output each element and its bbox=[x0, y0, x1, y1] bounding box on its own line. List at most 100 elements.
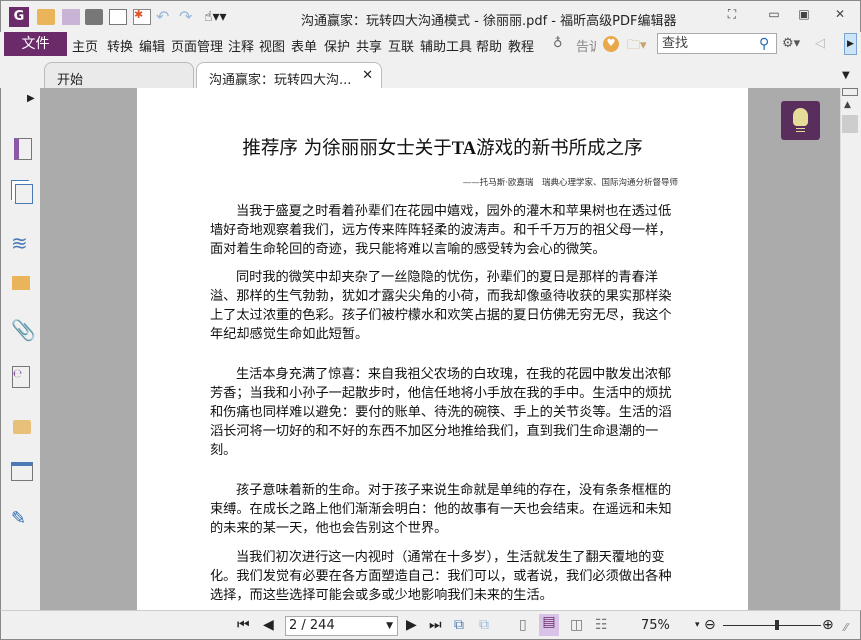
open-folder-icon[interactable] bbox=[37, 9, 55, 25]
search-icon[interactable]: ⚲ bbox=[759, 36, 769, 52]
text-line: 和伤痛也同样难以避免：要付的账单、待洗的碗筷、手上的关节炎等。生活的滔 bbox=[210, 405, 672, 420]
menu-page-management[interactable]: 页面管理 bbox=[171, 36, 223, 55]
close-tab-icon[interactable]: ✕ bbox=[362, 68, 373, 83]
tab-list-icon[interactable]: ▼ bbox=[842, 70, 850, 81]
text-line: 溢、那样的生气勃勃，犹如才露尖尖角的小荷，而我却像亟待收获的果实那样染 bbox=[210, 289, 672, 304]
vertical-scrollbar[interactable]: ▲ bbox=[840, 88, 859, 610]
folder-search-icon[interactable]: 🗀▾ bbox=[627, 36, 647, 58]
heart-icon[interactable]: ♥ bbox=[603, 36, 619, 52]
tips-button[interactable] bbox=[781, 101, 820, 140]
title-bar: G ✱ ↶ ↷ ☝▾▾ 沟通赢家：玩转四大沟通模式 - 徐丽丽.pdf - 福昕… bbox=[0, 0, 861, 32]
first-page-icon[interactable]: ⏮ bbox=[237, 617, 250, 633]
zoom-dropdown-icon[interactable]: ▾ bbox=[695, 620, 700, 630]
menu-comment[interactable]: 注释 bbox=[228, 36, 254, 55]
menu-accessibility[interactable]: 辅助工具 bbox=[420, 36, 472, 55]
zoom-slider[interactable] bbox=[723, 620, 821, 630]
app-logo-icon: G bbox=[9, 7, 29, 27]
zoom-level[interactable]: 75% bbox=[641, 618, 670, 633]
attachment-icon[interactable]: 📎 bbox=[11, 318, 36, 342]
text-line: 生活本身充满了惊喜：来自我祖父农场的白玫瑰，在我的花园中散发出浓郁 bbox=[236, 367, 672, 382]
continuous-facing-icon[interactable]: ☷ bbox=[595, 617, 608, 633]
menu-connect[interactable]: 互联 bbox=[388, 36, 414, 55]
continuous-page-icon[interactable]: ▤ bbox=[539, 614, 559, 636]
lightbulb-icon[interactable]: ♁ bbox=[553, 36, 563, 51]
print-icon[interactable] bbox=[85, 9, 103, 25]
certify-pen-icon[interactable]: ✎ bbox=[11, 508, 35, 532]
tab-start[interactable]: 开始 bbox=[44, 62, 194, 88]
bookmark-icon[interactable] bbox=[14, 138, 32, 160]
tell-me[interactable]: 告诉 bbox=[576, 36, 596, 55]
scroll-left-icon[interactable]: ◁ bbox=[815, 36, 825, 51]
author-byline: ——托马斯·欧嘉瑞 瑞典心理学家、国际沟通分析督导师 bbox=[462, 178, 678, 188]
undo-icon[interactable]: ↶ bbox=[156, 9, 174, 25]
paragraph: 当我于盛夏之时看着孙辈们在花园中嬉戏，园外的灌木和苹果树也在透过低 墙好奇地观察着… bbox=[210, 202, 672, 259]
hand-tool-icon[interactable]: ☝▾▾ bbox=[204, 9, 238, 25]
scrollbar-thumb[interactable] bbox=[842, 115, 858, 133]
text-line: 孩子意味着新的生命。对于孩子来说生命就是单纯的存在，没有条条框框的 bbox=[236, 483, 672, 498]
menu-help[interactable]: 帮助 bbox=[476, 36, 502, 55]
document-heading: 推荐序 为徐丽丽女士关于TA游戏的新书所成之序 bbox=[137, 134, 748, 160]
paragraph: 孩子意味着新的生命。对于孩子来说生命就是单纯的存在，没有条条框框的束缚。在成长之… bbox=[210, 481, 672, 538]
redo-icon[interactable]: ↷ bbox=[179, 9, 197, 25]
pages-icon[interactable] bbox=[15, 184, 33, 204]
form-fields-icon[interactable] bbox=[11, 462, 33, 481]
lightbulb-icon bbox=[793, 108, 808, 126]
text-line: 当我们初次进行这一内视时（通常在十多岁），生活就发生了翻天覆地的变 bbox=[236, 550, 665, 565]
heading-text: 游戏的新书所成之序 bbox=[476, 138, 643, 159]
next-view-icon[interactable]: ⧉ bbox=[479, 617, 489, 633]
menu-view[interactable]: 视图 bbox=[259, 36, 285, 55]
close-button[interactable]: ✕ bbox=[827, 7, 853, 25]
text-line: 刻。 bbox=[210, 443, 237, 458]
previous-page-icon[interactable]: ◀ bbox=[263, 617, 274, 633]
scroll-up-icon[interactable]: ▲ bbox=[844, 100, 851, 110]
menu-protect[interactable]: 保护 bbox=[324, 36, 350, 55]
facing-pages-icon[interactable]: ◫ bbox=[570, 617, 583, 633]
page-number-input[interactable]: 2 / 244 ▼ bbox=[285, 616, 398, 636]
next-page-icon[interactable]: ▶ bbox=[406, 617, 417, 633]
last-page-icon[interactable]: ⏭ bbox=[429, 617, 442, 633]
text-line: 芳香；当我和小孙子一起散步时，他信任地将小手放在我的手中。生活中的烦扰 bbox=[210, 386, 672, 401]
comments-icon[interactable] bbox=[12, 276, 30, 290]
text-line: 面对着生命轮回的奇迹，我只能将难以言喻的感受转为会心的微笑。 bbox=[210, 242, 606, 257]
document-tabs: 开始 沟通赢家：玩转四大沟... ✕ ▼ bbox=[0, 58, 861, 88]
text-line: 墙好奇地观察着我们，远方传来阵阵轻柔的波涛声。和千千万万的祖父母一样， bbox=[210, 223, 672, 238]
menu-edit[interactable]: 编辑 bbox=[139, 36, 165, 55]
security-lock-icon[interactable] bbox=[13, 420, 31, 434]
zoom-out-icon[interactable]: ⊖ bbox=[704, 617, 716, 633]
tab-label: 沟通赢家：玩转四大沟... bbox=[209, 73, 352, 88]
menu-form[interactable]: 表单 bbox=[291, 36, 317, 55]
signature-icon[interactable]: ℮ bbox=[12, 366, 30, 388]
resize-grip-icon[interactable]: ⁄⁄ bbox=[844, 621, 848, 634]
maximize-button[interactable]: ▣ bbox=[791, 7, 817, 25]
menu-tutorial[interactable]: 教程 bbox=[508, 36, 534, 55]
text-line: 的未来的某一天，他也会告别这个世界。 bbox=[210, 521, 448, 536]
email-icon[interactable] bbox=[109, 9, 127, 25]
single-page-icon[interactable]: ▯ bbox=[519, 617, 527, 633]
new-file-icon[interactable]: ✱ bbox=[133, 9, 151, 25]
save-icon[interactable] bbox=[62, 9, 80, 25]
text-line: 选择，而这些选择可能会或多或少地影响我们未来的生活。 bbox=[210, 588, 553, 603]
minimize-button[interactable]: ▭ bbox=[761, 7, 787, 25]
text-line: 束缚。在成长之路上他们渐渐会明白：他的故事有一天也会结束。在遥远和未知 bbox=[210, 502, 672, 517]
zoom-in-icon[interactable]: ⊕ bbox=[822, 617, 834, 633]
expand-panel-icon[interactable]: ▶ bbox=[27, 93, 35, 104]
status-bar: ⏮ ◀ 2 / 244 ▼ ▶ ⏭ ⧉ ⧉ ▯ ▤ ◫ ☷ 75% ▾ ⊖ ⊕ ⁄… bbox=[0, 610, 861, 640]
scroll-right-button[interactable]: ▶ bbox=[844, 33, 857, 55]
tab-document[interactable]: 沟通赢家：玩转四大沟... ✕ bbox=[196, 62, 382, 88]
fullscreen-icon[interactable]: ⛶ bbox=[719, 7, 745, 25]
previous-view-icon[interactable]: ⧉ bbox=[454, 617, 464, 633]
menu-home[interactable]: 主页 bbox=[72, 36, 98, 55]
scrollbar-top bbox=[842, 88, 858, 96]
layers-icon[interactable]: ≋ bbox=[11, 232, 35, 256]
zoom-slider-thumb[interactable] bbox=[774, 620, 779, 630]
menu-share[interactable]: 共享 bbox=[356, 36, 382, 55]
bulb-base bbox=[796, 128, 805, 132]
heading-bold: TA bbox=[451, 139, 477, 159]
file-menu[interactable]: 文件 bbox=[4, 32, 67, 56]
gear-icon[interactable]: ⚙▾ bbox=[782, 36, 800, 51]
pdf-page: 推荐序 为徐丽丽女士关于TA游戏的新书所成之序 ——托马斯·欧嘉瑞 瑞典心理学家… bbox=[137, 88, 748, 610]
menu-convert[interactable]: 转换 bbox=[107, 36, 133, 55]
text-line: 上了太过浓重的色彩。孩子们被柠檬水和欢笑占据的夏日仿佛无穷无尽，我这个 bbox=[210, 308, 672, 323]
tab-label: 开始 bbox=[57, 73, 84, 88]
paragraph: 同时我的微笑中却夹杂了一丝隐隐的忧伤，孙辈们的夏日是那样的青春洋 溢、那样的生气勃… bbox=[210, 268, 672, 344]
